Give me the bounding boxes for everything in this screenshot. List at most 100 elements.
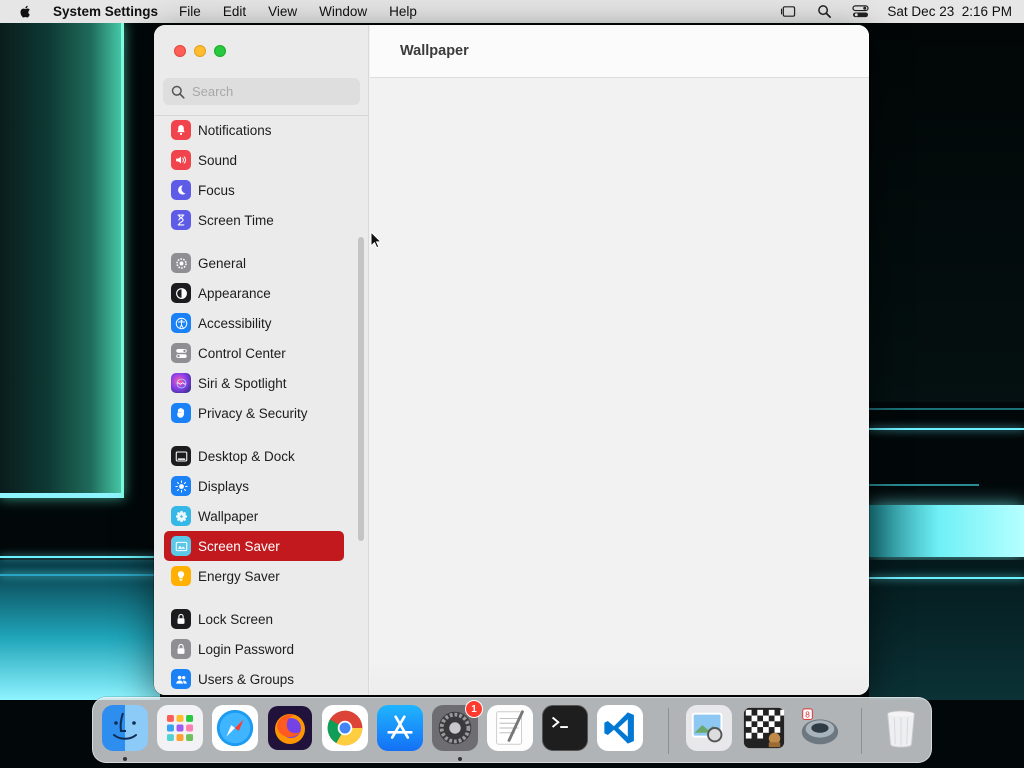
menu-view[interactable]: View xyxy=(268,4,297,19)
menu-help[interactable]: Help xyxy=(389,4,417,19)
sidebar-item-desktop-dock[interactable]: Desktop & Dock xyxy=(164,441,344,471)
wallpaper-line xyxy=(869,484,979,486)
siri-icon xyxy=(171,373,191,393)
sidebar-item-label: Accessibility xyxy=(198,315,272,331)
wallpaper-left-panel xyxy=(0,22,124,498)
sidebar-item-login-password[interactable]: Login Password xyxy=(164,634,344,664)
menu-edit[interactable]: Edit xyxy=(223,4,246,19)
sidebar-item-label: Desktop & Dock xyxy=(198,448,295,464)
chess-icon[interactable] xyxy=(741,705,787,751)
menu-window[interactable]: Window xyxy=(319,4,367,19)
sidebar-item-label: Control Center xyxy=(198,345,286,361)
svg-text:8: 8 xyxy=(805,709,810,719)
wallpaper-left-lower xyxy=(0,560,160,700)
wallpaper-line xyxy=(869,428,1024,430)
firefox-icon[interactable] xyxy=(267,705,313,751)
automator-icon[interactable]: 8 xyxy=(796,705,842,751)
sidebar-item-appearance[interactable]: Appearance xyxy=(164,278,344,308)
page-title: Wallpaper xyxy=(400,43,469,59)
control-center-menu-icon[interactable] xyxy=(851,4,869,20)
sidebar-item-label: General xyxy=(198,255,247,271)
terminal-icon[interactable] xyxy=(542,705,588,751)
users-groups-icon xyxy=(171,669,191,689)
apple-menu-icon[interactable] xyxy=(18,4,34,20)
sidebar: Notifications Sound Focus Screen Time xyxy=(154,25,369,695)
sidebar-item-notifications[interactable]: Notifications xyxy=(164,115,344,145)
sidebar-item-label: Privacy & Security xyxy=(198,405,308,421)
notifications-icon xyxy=(171,120,191,140)
sidebar-item-energy-saver[interactable]: Energy Saver xyxy=(164,561,344,591)
running-indicator xyxy=(123,757,127,761)
search-input[interactable] xyxy=(192,84,352,99)
zoom-window-button[interactable] xyxy=(214,45,226,57)
window-controls xyxy=(174,45,226,57)
sidebar-item-screen-time[interactable]: Screen Time xyxy=(164,205,344,235)
sidebar-item-label: Displays xyxy=(198,478,250,494)
system-settings-icon[interactable]: 1 xyxy=(432,700,483,751)
lock-icon xyxy=(171,609,191,629)
desktop-dock-icon xyxy=(171,446,191,466)
preview-icon[interactable] xyxy=(686,705,732,751)
sidebar-item-control-center[interactable]: Control Center xyxy=(164,338,344,368)
sidebar-item-label: Appearance xyxy=(198,285,271,301)
control-center-icon xyxy=(171,343,191,363)
minimize-window-button[interactable] xyxy=(194,45,206,57)
sidebar-item-displays[interactable]: Displays xyxy=(164,471,344,501)
sidebar-scrollbar[interactable] xyxy=(358,237,364,541)
menubar-clock[interactable]: Sat Dec 23 2:16 PM xyxy=(887,4,1012,19)
screen-saver-icon xyxy=(171,536,191,556)
wallpaper-line xyxy=(0,574,160,576)
login-password-icon xyxy=(171,639,191,659)
textedit-icon[interactable] xyxy=(487,705,533,751)
search-icon xyxy=(171,85,185,99)
app-menu[interactable]: System Settings xyxy=(53,4,158,19)
accessibility-icon xyxy=(171,313,191,333)
focus-icon xyxy=(171,180,191,200)
search-field[interactable] xyxy=(163,78,360,105)
notification-badge: 1 xyxy=(465,700,483,718)
finder-icon[interactable] xyxy=(102,705,148,751)
sidebar-item-accessibility[interactable]: Accessibility xyxy=(164,308,344,338)
chrome-icon[interactable] xyxy=(322,705,368,751)
sidebar-item-label: Focus xyxy=(198,182,235,198)
dock-separator xyxy=(861,708,862,754)
lightbulb-icon xyxy=(171,566,191,586)
system-settings-window: Notifications Sound Focus Screen Time xyxy=(154,25,869,695)
sidebar-item-focus[interactable]: Focus xyxy=(164,175,344,205)
sidebar-item-wallpaper[interactable]: Wallpaper xyxy=(164,501,344,531)
launchpad-icon[interactable] xyxy=(157,705,203,751)
running-indicator xyxy=(458,757,462,761)
sidebar-item-label: Wallpaper xyxy=(198,508,259,524)
sidebar-item-label: Sound xyxy=(198,152,238,168)
sidebar-item-siri-spotlight[interactable]: Siri & Spotlight xyxy=(164,368,344,398)
vscode-icon[interactable] xyxy=(597,705,643,751)
sidebar-item-label: Screen Saver xyxy=(198,538,280,554)
close-window-button[interactable] xyxy=(174,45,186,57)
menu-bar: System Settings File Edit View Window He… xyxy=(0,0,1024,23)
content-pane: Wallpaper xyxy=(370,25,869,695)
sidebar-item-users-groups[interactable]: Users & Groups xyxy=(164,664,344,694)
app-store-icon[interactable] xyxy=(377,705,423,751)
dock-separator xyxy=(668,708,669,754)
stage-manager-icon[interactable] xyxy=(779,4,797,20)
gear-icon xyxy=(171,253,191,273)
sidebar-item-general[interactable]: General xyxy=(164,248,344,278)
content-footer xyxy=(370,661,869,695)
sidebar-item-screen-saver[interactable]: Screen Saver xyxy=(164,531,344,561)
sidebar-item-label: Energy Saver xyxy=(198,568,280,584)
trash-icon[interactable] xyxy=(878,705,924,751)
displays-sun-icon xyxy=(171,476,191,496)
sidebar-item-lock-screen[interactable]: Lock Screen xyxy=(164,604,344,634)
menu-file[interactable]: File xyxy=(179,4,201,19)
dock: 1 8 xyxy=(92,697,932,763)
sidebar-item-sound[interactable]: Sound xyxy=(164,145,344,175)
sidebar-item-label: Siri & Spotlight xyxy=(198,375,287,391)
privacy-hand-icon xyxy=(171,403,191,423)
appearance-icon xyxy=(171,283,191,303)
spotlight-search-icon[interactable] xyxy=(815,4,833,20)
sidebar-item-label: Login Password xyxy=(198,641,295,657)
wallpaper-line xyxy=(869,408,1024,410)
sidebar-item-privacy-security[interactable]: Privacy & Security xyxy=(164,398,344,428)
safari-icon[interactable] xyxy=(212,705,258,751)
sound-icon xyxy=(171,150,191,170)
